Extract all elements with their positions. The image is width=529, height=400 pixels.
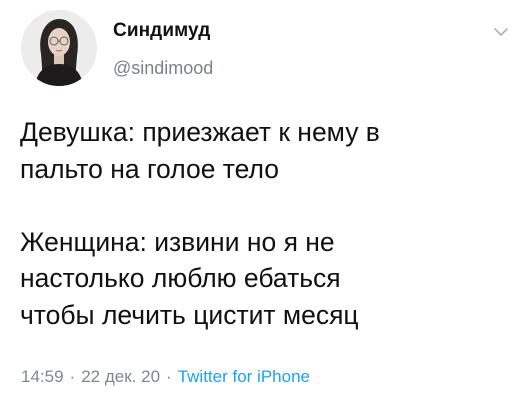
meta-separator: · xyxy=(69,367,76,386)
tweet-time[interactable]: 14:59 xyxy=(21,367,64,386)
tweet-text-line: Девушка: приезжает к нему в xyxy=(20,117,380,147)
tweet-text: Девушка: приезжает к нему в пальто на го… xyxy=(20,114,515,333)
author-handle[interactable]: @sindimood xyxy=(113,58,213,79)
tweet-text-line: чтобы лечить цистит месяц xyxy=(20,299,359,330)
tweet-meta: 14:59 · 22 дек. 20 · Twitter for iPhone xyxy=(21,367,310,387)
chevron-down-icon[interactable] xyxy=(490,24,512,40)
tweet-card: Синдимуд @sindimood Девушка: приезжает к… xyxy=(0,0,529,400)
tweet-date[interactable]: 22 дек. 20 xyxy=(81,367,160,386)
author-display-name[interactable]: Синдимуд xyxy=(113,20,210,42)
avatar[interactable] xyxy=(21,10,97,86)
tweet-source-link[interactable]: Twitter for iPhone xyxy=(178,367,310,386)
tweet-text-line: пальто на голое тело xyxy=(20,153,279,184)
user-avatar-icon xyxy=(21,10,97,86)
tweet-text-line: Женщина: извини но я не xyxy=(20,226,335,257)
meta-separator: · xyxy=(166,367,172,386)
tweet-text-line: настолько люблю ебаться xyxy=(20,263,341,293)
